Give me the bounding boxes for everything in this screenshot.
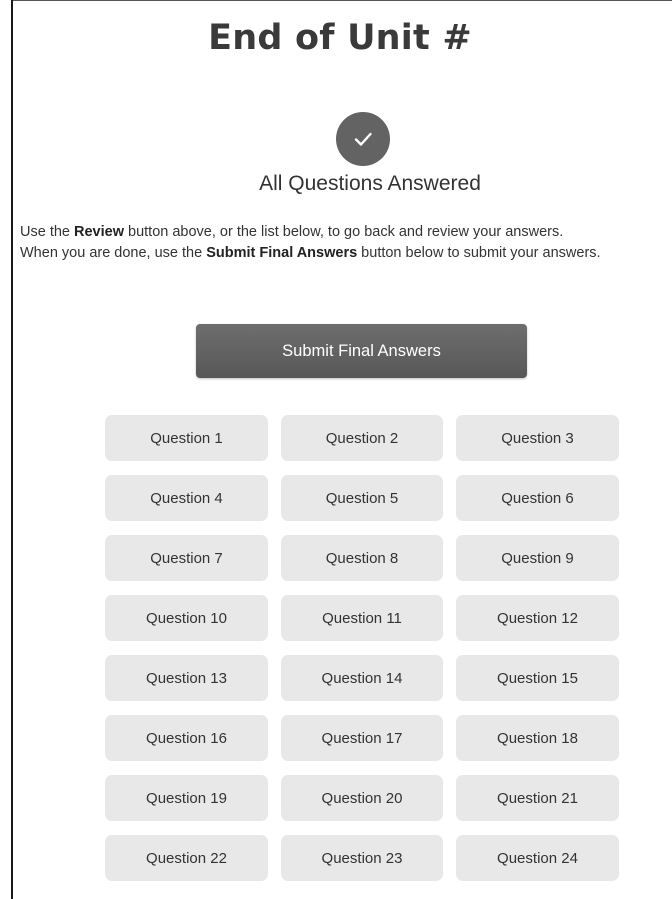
question-button-2[interactable]: Question 2 <box>281 415 443 461</box>
question-button-11[interactable]: Question 11 <box>281 595 443 641</box>
question-button-22[interactable]: Question 22 <box>105 835 268 881</box>
question-button-6[interactable]: Question 6 <box>456 475 619 521</box>
question-button-13[interactable]: Question 13 <box>105 655 268 701</box>
question-button-18[interactable]: Question 18 <box>456 715 619 761</box>
question-button-8[interactable]: Question 8 <box>281 535 443 581</box>
instructions-submit-bold: Submit Final Answers <box>206 245 358 261</box>
submit-final-answers-button[interactable]: Submit Final Answers <box>196 324 527 378</box>
question-button-19[interactable]: Question 19 <box>105 775 268 821</box>
question-list: Question 1 Question 2 Question 3 Questio… <box>105 415 619 881</box>
instructions-line1-post: button above, or the list below, to go b… <box>123 224 564 240</box>
question-button-16[interactable]: Question 16 <box>105 715 268 761</box>
question-button-10[interactable]: Question 10 <box>105 595 268 641</box>
question-button-24[interactable]: Question 24 <box>456 835 619 881</box>
question-button-20[interactable]: Question 20 <box>281 775 443 821</box>
frame-left-border <box>11 0 13 899</box>
instructions-line2-pre: When you are done, use the <box>20 245 207 261</box>
question-button-23[interactable]: Question 23 <box>281 835 443 881</box>
instructions-review-bold: Review <box>74 224 124 240</box>
page-title: End of Unit # <box>208 18 472 58</box>
question-button-4[interactable]: Question 4 <box>105 475 268 521</box>
frame-top-border <box>11 0 672 1</box>
question-button-5[interactable]: Question 5 <box>281 475 443 521</box>
question-button-15[interactable]: Question 15 <box>456 655 619 701</box>
question-button-17[interactable]: Question 17 <box>281 715 443 761</box>
instructions-line2-post: button below to submit your answers. <box>357 245 601 261</box>
question-button-3[interactable]: Question 3 <box>456 415 619 461</box>
question-button-7[interactable]: Question 7 <box>105 535 268 581</box>
question-button-14[interactable]: Question 14 <box>281 655 443 701</box>
question-button-12[interactable]: Question 12 <box>456 595 619 641</box>
question-button-9[interactable]: Question 9 <box>456 535 619 581</box>
instructions-line1-pre: Use the <box>20 224 74 240</box>
question-button-1[interactable]: Question 1 <box>105 415 268 461</box>
instructions-text: Use the Review button above, or the list… <box>20 222 670 264</box>
question-button-21[interactable]: Question 21 <box>456 775 619 821</box>
check-icon <box>336 112 390 166</box>
status-text: All Questions Answered <box>259 172 481 195</box>
